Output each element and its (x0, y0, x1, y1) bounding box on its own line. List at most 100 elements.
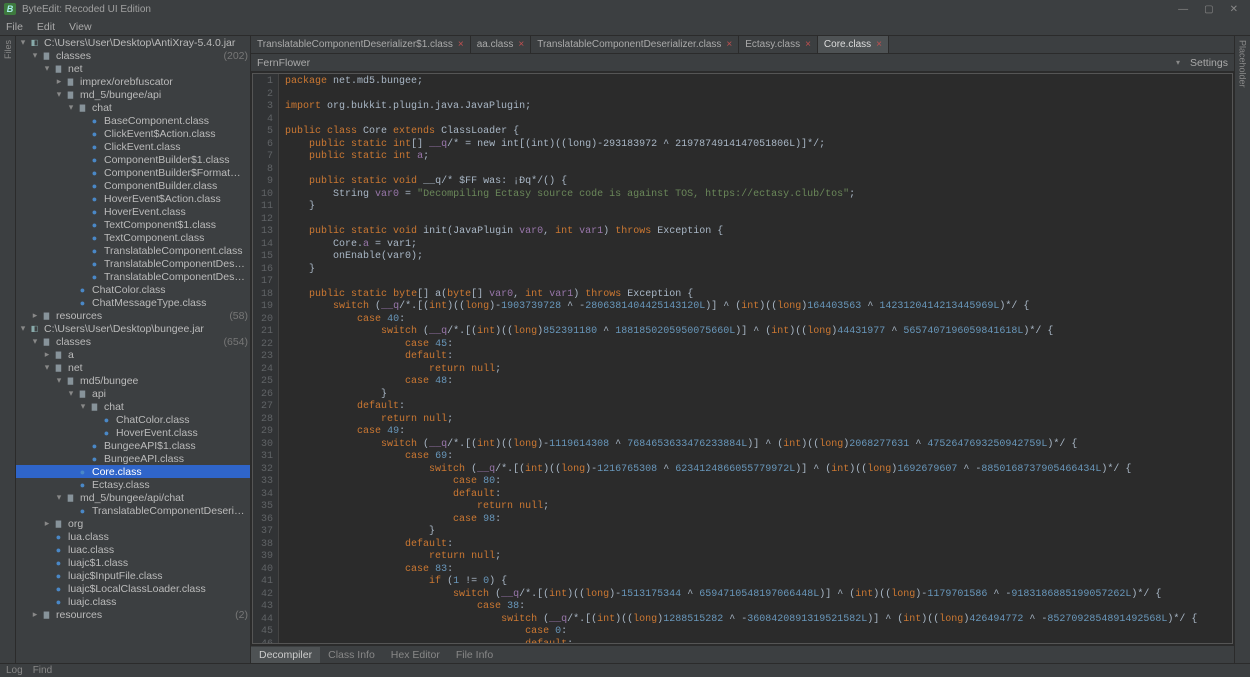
tree-file[interactable]: luajc$InputFile.class (16, 569, 250, 582)
tree-folder[interactable]: ▾C:\Users\User\Desktop\bungee.jar (16, 322, 250, 335)
menu-view[interactable]: View (69, 21, 92, 33)
tree-item-label: ChatColor.class (116, 414, 248, 426)
tree-toggle-icon[interactable]: ▾ (18, 37, 28, 48)
tree-toggle-icon[interactable]: ▾ (30, 336, 40, 347)
maximize-button[interactable]: ▢ (1204, 4, 1213, 15)
tree-file[interactable]: BungeeAPI.class (16, 452, 250, 465)
tree-toggle-icon[interactable]: ▾ (54, 375, 64, 386)
tree-folder[interactable]: ▾chat (16, 400, 250, 413)
tree-file[interactable]: luajc$1.class (16, 556, 250, 569)
tree-folder[interactable]: ▸org (16, 517, 250, 530)
tree-file[interactable]: ComponentBuilder.class (16, 179, 250, 192)
tree-file[interactable]: TranslatableComponentDeserializer.class (16, 270, 250, 283)
bottom-tab-decompiler[interactable]: Decompiler (251, 647, 320, 663)
tree-file[interactable]: lua.class (16, 530, 250, 543)
tree-folder[interactable]: ▾classes(654) (16, 335, 250, 348)
tree-toggle-icon[interactable]: ▾ (30, 50, 40, 61)
tree-toggle-icon[interactable]: ▸ (30, 310, 40, 321)
editor-tab[interactable]: TranslatableComponentDeserializer$1.clas… (251, 36, 471, 53)
tree-folder[interactable]: ▾md5/bungee (16, 374, 250, 387)
tree-folder[interactable]: ▾C:\Users\User\Desktop\AntiXray-5.4.0.ja… (16, 36, 250, 49)
class-file-icon (88, 219, 101, 230)
tree-file[interactable]: BaseComponent.class (16, 114, 250, 127)
close-icon[interactable]: × (458, 39, 464, 50)
tree-file[interactable]: HoverEvent.class (16, 426, 250, 439)
tree-file[interactable]: ChatColor.class (16, 283, 250, 296)
tree-toggle-icon[interactable]: ▾ (66, 102, 76, 113)
tree-folder[interactable]: ▾chat (16, 101, 250, 114)
editor-tab[interactable]: aa.class× (471, 36, 532, 53)
tree-folder[interactable]: ▸resources(58) (16, 309, 250, 322)
tree-folder[interactable]: ▸resources(2) (16, 608, 250, 621)
tree-file[interactable]: ChatColor.class (16, 413, 250, 426)
minimize-button[interactable]: — (1178, 4, 1188, 15)
close-icon[interactable]: × (518, 39, 524, 50)
left-rail-files-tab[interactable]: Files (3, 40, 13, 59)
tree-toggle-icon[interactable]: ▸ (42, 349, 52, 360)
close-button[interactable]: ✕ (1230, 4, 1238, 15)
editor-tab[interactable]: TranslatableComponentDeserializer.class× (531, 36, 739, 53)
tree-file[interactable]: HoverEvent$Action.class (16, 192, 250, 205)
tree-file[interactable]: ChatMessageType.class (16, 296, 250, 309)
tree-file[interactable]: ComponentBuilder$1.class (16, 153, 250, 166)
tree-toggle-icon[interactable]: ▾ (18, 323, 28, 334)
tree-file[interactable]: luac.class (16, 543, 250, 556)
tree-file[interactable]: BungeeAPI$1.class (16, 439, 250, 452)
close-icon[interactable]: × (805, 39, 811, 50)
code-editor[interactable]: 1 2 3 4 5 6 7 8 9 10 11 12 13 14 15 16 1… (252, 73, 1233, 644)
tree-file[interactable]: TranslatableComponentDeserializer.class (16, 504, 250, 517)
tree-file[interactable]: TextComponent.class (16, 231, 250, 244)
tree-file[interactable]: ComponentBuilder$FormatRetention.class (16, 166, 250, 179)
tree-file[interactable]: luajc.class (16, 595, 250, 608)
class-file-icon (88, 128, 101, 139)
folder-icon (76, 388, 89, 399)
menu-file[interactable]: File (6, 21, 23, 33)
tree-folder[interactable]: ▾classes(202) (16, 49, 250, 62)
editor-tab[interactable]: Core.class× (818, 36, 889, 53)
tree-toggle-icon[interactable]: ▾ (54, 492, 64, 503)
tree-folder[interactable]: ▾net (16, 62, 250, 75)
tree-toggle-icon[interactable]: ▾ (66, 388, 76, 399)
tree-file[interactable]: Ectasy.class (16, 478, 250, 491)
tree-toggle-icon[interactable]: ▸ (30, 609, 40, 620)
close-icon[interactable]: × (726, 39, 732, 50)
tree-file[interactable]: TranslatableComponentDeserializer$1.clas… (16, 257, 250, 270)
tree-file[interactable]: Core.class (16, 465, 250, 478)
jar-file-icon (28, 323, 41, 334)
decompiler-settings-button[interactable]: Settings (1190, 57, 1228, 69)
tree-file[interactable]: TextComponent$1.class (16, 218, 250, 231)
status-log-button[interactable]: Log (6, 665, 23, 676)
file-tree[interactable]: ▾C:\Users\User\Desktop\AntiXray-5.4.0.ja… (16, 36, 250, 621)
tree-toggle-icon[interactable]: ▸ (42, 518, 52, 529)
tree-folder[interactable]: ▾net (16, 361, 250, 374)
right-rail-placeholder-tab[interactable]: Placeholder (1238, 40, 1248, 88)
chevron-down-icon[interactable]: ▾ (1176, 58, 1180, 67)
code-content[interactable]: package net.md5.bungee; import org.bukki… (279, 74, 1233, 643)
tree-file[interactable]: TranslatableComponent.class (16, 244, 250, 257)
tree-file[interactable]: ClickEvent.class (16, 140, 250, 153)
tree-toggle-icon[interactable]: ▸ (54, 76, 64, 87)
bottom-tab-file-info[interactable]: File Info (448, 647, 501, 663)
editor-tab[interactable]: Ectasy.class× (739, 36, 818, 53)
tree-file[interactable]: luajc$LocalClassLoader.class (16, 582, 250, 595)
tree-folder[interactable]: ▸imprex/orebfuscator (16, 75, 250, 88)
tree-file[interactable]: HoverEvent.class (16, 205, 250, 218)
tree-folder[interactable]: ▾md_5/bungee/api/chat (16, 491, 250, 504)
tree-item-label: resources (56, 609, 232, 621)
tree-folder[interactable]: ▾md_5/bungee/api (16, 88, 250, 101)
bottom-tab-class-info[interactable]: Class Info (320, 647, 383, 663)
tree-folder[interactable]: ▸a (16, 348, 250, 361)
tree-toggle-icon[interactable]: ▾ (42, 63, 52, 74)
tree-toggle-icon[interactable]: ▾ (78, 401, 88, 412)
tree-toggle-icon[interactable]: ▾ (54, 89, 64, 100)
class-file-icon (88, 232, 101, 243)
bottom-tab-hex-editor[interactable]: Hex Editor (383, 647, 448, 663)
tree-folder[interactable]: ▾api (16, 387, 250, 400)
folder-icon (76, 102, 89, 113)
close-icon[interactable]: × (876, 39, 882, 50)
tree-toggle-icon[interactable]: ▾ (42, 362, 52, 373)
tree-file[interactable]: ClickEvent$Action.class (16, 127, 250, 140)
status-find-button[interactable]: Find (33, 665, 52, 676)
menu-edit[interactable]: Edit (37, 21, 55, 33)
decompiler-name[interactable]: FernFlower (257, 57, 310, 69)
